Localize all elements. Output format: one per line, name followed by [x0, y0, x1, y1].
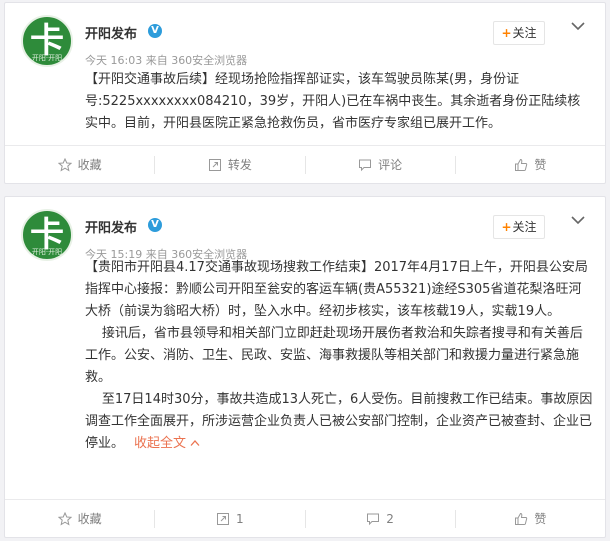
- favorite-label: 收藏: [77, 512, 102, 526]
- verified-icon: V: [148, 24, 162, 38]
- avatar[interactable]: 卡 开阳·开阳: [21, 15, 73, 67]
- avatar[interactable]: 卡 开阳·开阳: [21, 209, 73, 261]
- favorite-button[interactable]: 收藏: [5, 146, 154, 183]
- repost-icon: [208, 158, 221, 171]
- comment-label: 评论: [378, 158, 403, 172]
- chevron-down-icon[interactable]: [569, 211, 587, 229]
- like-button[interactable]: 赞: [456, 500, 605, 537]
- post-paragraph: 接讯后，省市县领导和相关部门立即赶赴现场开展伤者救治和失踪者搜寻和有关善后工作。…: [85, 326, 583, 385]
- weibo-card-2: 卡 开阳·开阳 开阳发布 V 今天 15:19 来自 360安全浏览器 +关注 …: [4, 196, 606, 538]
- follow-button[interactable]: +关注: [493, 21, 545, 45]
- like-label: 赞: [534, 512, 547, 526]
- thumbs-up-icon: [515, 512, 528, 525]
- author-name[interactable]: 开阳发布: [85, 217, 137, 236]
- collapse-link[interactable]: 收起全文: [134, 436, 200, 451]
- chevron-down-icon[interactable]: [569, 17, 587, 35]
- comment-button[interactable]: 2: [306, 500, 455, 537]
- star-icon: [57, 511, 72, 526]
- post-meta: 今天 16:03 来自 360安全浏览器: [85, 54, 248, 67]
- plus-icon: +: [501, 26, 512, 40]
- like-label: 赞: [534, 158, 547, 172]
- repost-count: 1: [236, 511, 244, 526]
- repost-button[interactable]: 转发: [155, 146, 304, 183]
- post-paragraph: 【贵阳市开阳县4.17交通事故现场搜救工作结束】2017年4月17日上午，开阳县…: [85, 260, 588, 319]
- avatar-caption: 开阳·开阳: [31, 54, 63, 62]
- weibo-card-1: 卡 开阳·开阳 开阳发布 V 今天 16:03 来自 360安全浏览器 +关注 …: [4, 2, 606, 184]
- post-text: 【开阳交通事故后续】经现场抢险指挥部证实，该车驾驶员陈某(男，身份证号:5225…: [85, 69, 593, 135]
- comment-icon: [359, 159, 372, 171]
- plus-icon: +: [501, 220, 512, 234]
- action-bar: 收藏 1 2 赞: [5, 499, 605, 537]
- comment-icon: [367, 513, 380, 525]
- author-name[interactable]: 开阳发布: [85, 23, 137, 42]
- like-button[interactable]: 赞: [456, 146, 605, 183]
- thumbs-up-icon: [515, 158, 528, 171]
- action-bar: 收藏 转发 评论 赞: [5, 145, 605, 183]
- comment-count: 2: [386, 511, 394, 526]
- comment-button[interactable]: 评论: [306, 146, 455, 183]
- star-icon: [57, 157, 72, 172]
- follow-label: 关注: [512, 26, 537, 40]
- repost-icon: [217, 512, 230, 525]
- favorite-label: 收藏: [77, 158, 102, 172]
- repost-label: 转发: [227, 158, 252, 172]
- verified-icon: V: [148, 218, 162, 232]
- collapse-label: 收起全文: [134, 436, 187, 451]
- follow-label: 关注: [512, 220, 537, 234]
- follow-button[interactable]: +关注: [493, 215, 545, 239]
- repost-button[interactable]: 1: [155, 500, 304, 537]
- chevron-up-icon: [190, 440, 200, 446]
- post-paragraph: 【开阳交通事故后续】经现场抢险指挥部证实，该车驾驶员陈某(男，身份证号:5225…: [85, 72, 581, 131]
- avatar-caption: 开阳·开阳: [31, 248, 63, 256]
- post-text: 【贵阳市开阳县4.17交通事故现场搜救工作结束】2017年4月17日上午，开阳县…: [85, 257, 593, 455]
- favorite-button[interactable]: 收藏: [5, 500, 154, 537]
